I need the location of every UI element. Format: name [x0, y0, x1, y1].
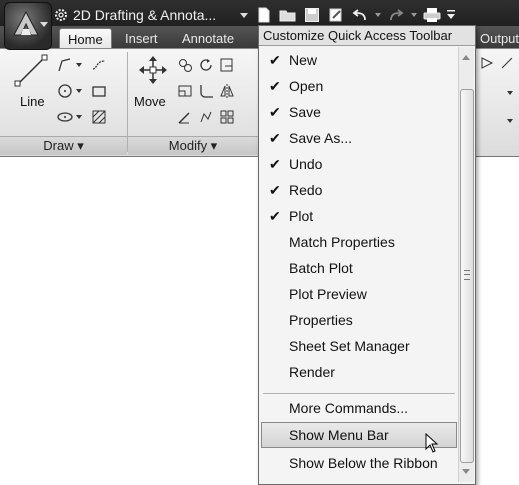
chevron-down-icon[interactable] — [506, 84, 514, 102]
checkmark-icon: ✔ — [269, 208, 281, 224]
menu-item-batch-plot[interactable]: Batch Plot — [261, 255, 457, 281]
workspace-label: 2D Drafting & Annota... — [73, 7, 217, 23]
checkmark-icon: ✔ — [269, 156, 281, 172]
plot-preview-icon[interactable] — [326, 5, 346, 25]
ellipse-icon[interactable] — [56, 108, 74, 126]
menu-item-label: More Commands... — [289, 400, 409, 416]
undo-icon[interactable] — [350, 5, 370, 25]
menu-scrollbar[interactable] — [458, 47, 474, 482]
menu-item-match-properties[interactable]: Match Properties — [261, 229, 457, 255]
menu-item-sheet-set-manager[interactable]: Sheet Set Manager — [261, 333, 457, 359]
chevron-down-icon — [40, 22, 48, 27]
menu-item-save-as[interactable]: ✔ Save As... — [261, 125, 457, 151]
workspace-switcher[interactable]: 2D Drafting & Annota... — [54, 4, 250, 26]
checkmark-icon: ✔ — [269, 130, 281, 146]
tab-insert[interactable]: Insert — [117, 28, 166, 49]
scroll-up-arrow-icon[interactable] — [462, 55, 470, 60]
menu-item-plot-preview[interactable]: Plot Preview — [261, 281, 457, 307]
menu-item-save[interactable]: ✔ Save — [261, 99, 457, 125]
modify-panel-title[interactable]: Modify ▾ — [128, 136, 258, 155]
partial-tool-icon[interactable] — [498, 54, 516, 72]
chevron-down-icon[interactable] — [374, 5, 382, 25]
quick-access-toolbar — [254, 4, 456, 26]
scrollbar-thumb[interactable] — [460, 89, 474, 463]
customize-arrow-icon[interactable] — [446, 5, 456, 25]
menu-item-label: Batch Plot — [289, 260, 353, 276]
customize-qat-menu: Customize Quick Access Toolbar ✔ New ✔ O… — [258, 25, 476, 485]
chevron-down-icon[interactable] — [410, 5, 418, 25]
chevron-down-icon[interactable] — [75, 56, 83, 74]
menu-item-label: Undo — [289, 156, 323, 172]
line-icon — [14, 54, 48, 87]
chevron-down-icon[interactable] — [75, 108, 83, 126]
mouse-cursor-icon — [425, 433, 439, 453]
menu-item-label: New — [289, 52, 318, 68]
menu-item-open[interactable]: ✔ Open — [261, 73, 457, 99]
move-label: Move — [134, 94, 166, 109]
checkmark-icon: ✔ — [269, 52, 281, 68]
chevron-down-icon — [240, 13, 248, 18]
menu-item-render[interactable]: Render — [261, 359, 457, 385]
menu-item-plot[interactable]: ✔ Plot — [261, 203, 457, 229]
gear-icon — [54, 4, 70, 26]
new-icon[interactable] — [254, 5, 274, 25]
scale-icon[interactable] — [197, 108, 215, 126]
mirror-square-icon[interactable] — [176, 82, 194, 100]
line-button[interactable]: Line — [8, 54, 50, 118]
save-icon[interactable] — [302, 5, 322, 25]
move-button[interactable]: Move — [132, 54, 174, 118]
copy-icon[interactable] — [176, 56, 194, 74]
tab-home[interactable]: Home — [59, 28, 112, 50]
spline-icon[interactable] — [90, 56, 108, 74]
menu-item-label: Match Properties — [289, 234, 395, 250]
grip-icon — [464, 270, 470, 280]
checkmark-icon: ✔ — [269, 104, 281, 120]
menu-item-label: Show Menu Bar — [289, 427, 389, 443]
menu-item-show-below-ribbon[interactable]: Show Below the Ribbon — [261, 450, 457, 476]
partial-tool-icon[interactable] — [478, 54, 496, 72]
menu-item-label: Render — [289, 364, 335, 380]
menu-item-new[interactable]: ✔ New — [261, 47, 457, 73]
fillet-icon[interactable] — [197, 82, 215, 100]
menu-item-label: Plot — [289, 208, 314, 224]
hatch-icon[interactable] — [90, 108, 108, 126]
array-icon[interactable] — [218, 108, 236, 126]
mirror-icon[interactable] — [218, 82, 236, 100]
menu-item-label: Properties — [289, 312, 353, 328]
autocad-logo-icon — [13, 10, 39, 36]
menu-header: Customize Quick Access Toolbar — [259, 26, 475, 46]
polyline-icon[interactable] — [56, 56, 74, 74]
open-icon[interactable] — [278, 5, 298, 25]
menu-item-label: Open — [289, 78, 324, 94]
menu-item-label: Redo — [289, 182, 323, 198]
menu-item-more-commands[interactable]: More Commands... — [261, 395, 457, 421]
checkmark-icon: ✔ — [269, 182, 281, 198]
rectangle-icon[interactable] — [90, 82, 108, 100]
checkmark-icon: ✔ — [269, 78, 281, 94]
menu-item-redo[interactable]: ✔ Redo — [261, 177, 457, 203]
menu-item-label: Save As... — [289, 130, 353, 146]
plot-icon[interactable] — [422, 5, 442, 25]
menu-item-label: Sheet Set Manager — [289, 338, 410, 354]
rotate-icon[interactable] — [197, 56, 215, 74]
menu-item-undo[interactable]: ✔ Undo — [261, 151, 457, 177]
redo-icon[interactable] — [386, 5, 406, 25]
chevron-down-icon[interactable] — [506, 112, 514, 130]
menu-item-label: Plot Preview — [289, 286, 367, 302]
menu-item-label: Save — [289, 104, 321, 120]
ribbon-right-partial — [474, 26, 519, 155]
trim-icon[interactable] — [218, 56, 236, 74]
line-label: Line — [20, 94, 45, 109]
move-icon — [139, 56, 167, 84]
menu-divider — [263, 393, 455, 394]
circle-icon[interactable] — [56, 82, 74, 100]
application-menu-button[interactable] — [4, 2, 52, 50]
draw-panel-title[interactable]: Draw ▾ — [0, 136, 127, 155]
scroll-down-arrow-icon[interactable] — [462, 469, 470, 474]
stretch-icon[interactable] — [176, 108, 194, 126]
tab-annotate[interactable]: Annotate — [174, 28, 242, 49]
menu-item-properties[interactable]: Properties — [261, 307, 457, 333]
menu-item-label: Show Below the Ribbon — [289, 455, 438, 471]
chevron-down-icon[interactable] — [75, 82, 83, 100]
